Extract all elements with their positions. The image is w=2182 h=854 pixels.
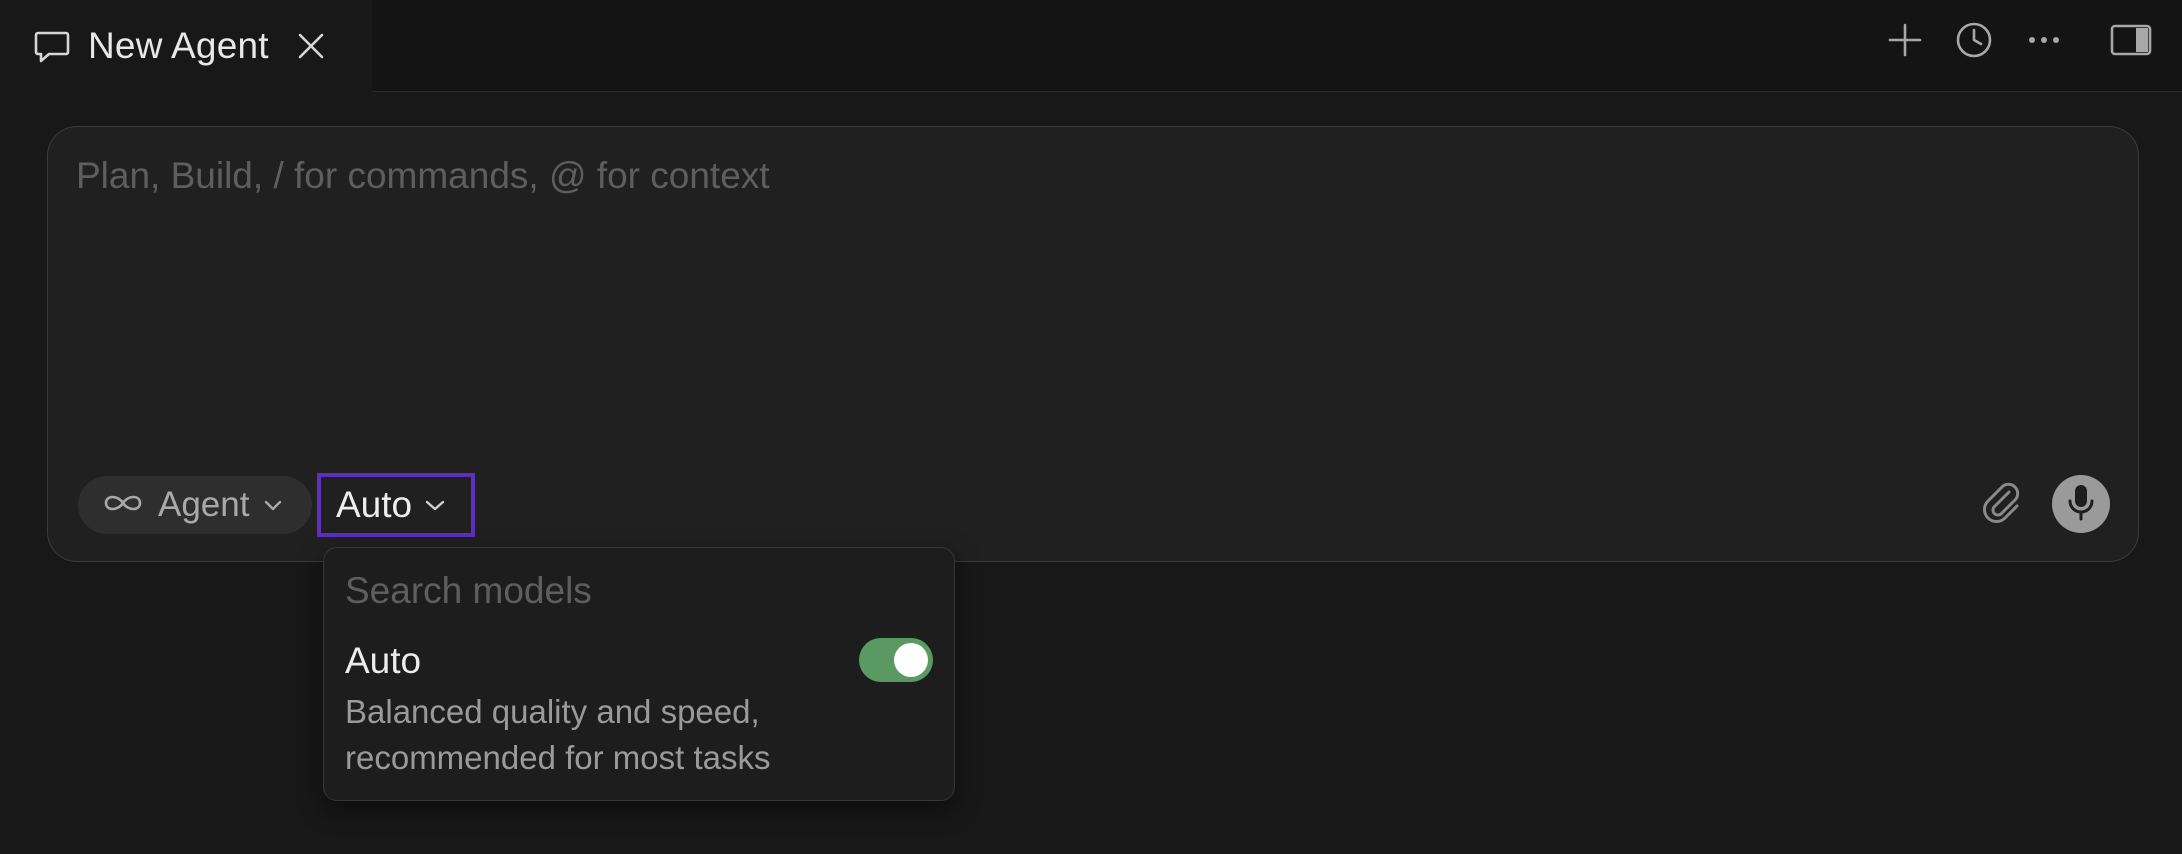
tab-bar: New Agent	[0, 0, 2182, 92]
toggle-panel-icon	[2110, 23, 2152, 62]
voice-input-button[interactable]	[2052, 475, 2110, 533]
plus-icon	[1887, 22, 1923, 63]
paperclip-icon	[1979, 480, 2025, 531]
microphone-icon	[2064, 482, 2098, 527]
history-button[interactable]	[1952, 20, 1996, 64]
infinity-icon	[102, 491, 144, 520]
new-chat-button[interactable]	[1883, 20, 1927, 64]
more-options-button[interactable]	[2022, 20, 2066, 64]
agent-composer: Agent Auto	[47, 126, 2139, 562]
model-option-title: Auto	[345, 640, 422, 681]
search-models-input[interactable]	[345, 566, 925, 616]
chevron-down-icon	[263, 498, 283, 512]
prompt-input[interactable]	[76, 155, 2076, 335]
model-dropdown: Auto Balanced quality and speed, recomme…	[323, 547, 955, 801]
chevron-down-icon	[424, 498, 446, 512]
toggle-panel-button[interactable]	[2109, 20, 2153, 64]
model-option-description: Balanced quality and speed, recommended …	[345, 693, 771, 776]
mode-label: Agent	[158, 485, 250, 524]
attach-button[interactable]	[1974, 477, 2030, 533]
model-selector[interactable]: Auto	[317, 473, 475, 537]
chat-bubble-icon	[32, 26, 72, 66]
toggle-knob	[894, 643, 928, 677]
tab-new-agent[interactable]: New Agent	[0, 0, 372, 92]
model-label: Auto	[336, 484, 413, 525]
more-dots-icon	[2026, 22, 2062, 63]
tab-title: New Agent	[88, 25, 269, 66]
close-icon[interactable]	[291, 26, 331, 66]
auto-model-toggle[interactable]	[859, 638, 933, 682]
mode-selector[interactable]: Agent	[78, 476, 312, 534]
history-clock-icon	[1955, 21, 1993, 64]
